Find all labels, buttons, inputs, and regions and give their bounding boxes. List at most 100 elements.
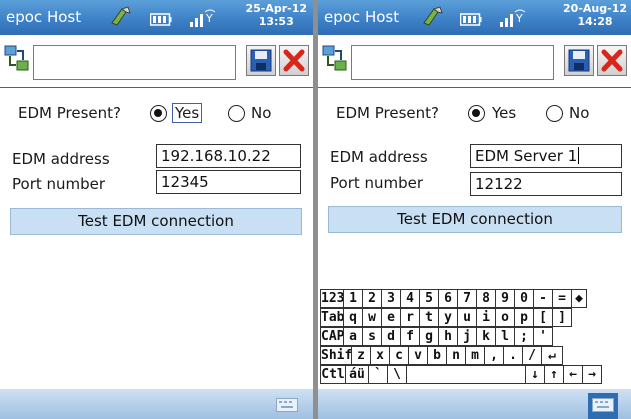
edm-present-no-label[interactable]: No xyxy=(569,104,589,122)
keyboard-key[interactable]: t xyxy=(419,308,439,327)
edm-present-no-radio[interactable] xyxy=(546,105,563,122)
keyboard-key[interactable]: x xyxy=(370,346,390,365)
save-button[interactable] xyxy=(564,45,594,76)
keyboard-key[interactable]: . xyxy=(503,346,523,365)
keyboard-key[interactable]: m xyxy=(465,346,485,365)
test-edm-connection-button[interactable]: Test EDM connection xyxy=(328,206,622,233)
connection-icon[interactable] xyxy=(4,45,30,77)
keyboard-key[interactable]: u xyxy=(457,308,477,327)
keyboard-key[interactable]: CAP xyxy=(320,327,344,346)
sync-icon[interactable] xyxy=(108,5,134,33)
keyboard-key[interactable]: ← xyxy=(563,365,583,384)
keyboard-row: 123 1 2 3 4 5 6 7 8 9 0- = ◆ xyxy=(320,289,629,308)
keyboard-key[interactable]: o xyxy=(495,308,515,327)
keyboard-key[interactable]: 7 xyxy=(457,289,477,308)
signal-icon[interactable]: Y xyxy=(498,6,532,34)
svg-text:Y: Y xyxy=(205,12,213,25)
keyboard-key[interactable]: / xyxy=(522,346,542,365)
toolbar-field xyxy=(33,45,236,80)
close-button[interactable] xyxy=(279,45,309,76)
battery-icon[interactable] xyxy=(459,11,482,26)
keyboard-key[interactable] xyxy=(406,365,526,384)
keyboard-key[interactable]: [ xyxy=(533,308,553,327)
keyboard-row: Ctl áü ` \ ↓ ↑ ← → xyxy=(320,365,629,384)
keyboard-key[interactable]: 9 xyxy=(495,289,515,308)
keyboard-key[interactable]: ◆ xyxy=(571,289,587,308)
keyboard-row: Shiftzxcvbnm,./↵ xyxy=(320,346,629,365)
keyboard-key[interactable]: p xyxy=(514,308,534,327)
keyboard-key[interactable]: 3 xyxy=(381,289,401,308)
keyboard-key[interactable]: 5 xyxy=(419,289,439,308)
edm-present-yes-radio[interactable] xyxy=(150,105,167,122)
keyboard-key[interactable]: g xyxy=(419,327,439,346)
keyboard-key[interactable]: ' xyxy=(533,327,553,346)
keyboard-key[interactable]: l xyxy=(495,327,515,346)
keyboard-key[interactable]: 1 xyxy=(343,289,363,308)
keyboard-key[interactable]: 0 xyxy=(514,289,534,308)
keyboard-key[interactable]: i xyxy=(476,308,496,327)
keyboard-key[interactable]: v xyxy=(408,346,428,365)
keyboard-key[interactable]: j xyxy=(457,327,477,346)
keyboard-key[interactable]: Tab xyxy=(320,308,344,327)
edm-address-input[interactable]: 192.168.10.22 xyxy=(156,144,301,168)
keyboard-key[interactable]: y xyxy=(438,308,458,327)
keyboard-key[interactable]: \ xyxy=(387,365,407,384)
keyboard-key[interactable]: áü xyxy=(345,365,369,384)
port-number-input[interactable]: 12122 xyxy=(470,172,622,196)
keyboard-key[interactable]: a xyxy=(343,327,363,346)
keyboard-key[interactable]: d xyxy=(381,327,401,346)
edm-address-label: EDM address xyxy=(12,150,110,168)
keyboard-key[interactable]: q xyxy=(343,308,363,327)
keyboard-key[interactable]: , xyxy=(484,346,504,365)
keyboard-key[interactable]: ; xyxy=(514,327,534,346)
keyboard-key[interactable]: 8 xyxy=(476,289,496,308)
screen-left: epoc Host Y 25-Apr-12 13:53 EDM Present?… xyxy=(0,0,313,419)
keyboard-key[interactable]: w xyxy=(362,308,382,327)
edm-present-no-label[interactable]: No xyxy=(251,104,271,122)
app-title: epoc Host xyxy=(324,8,400,26)
edm-present-yes-label[interactable]: Yes xyxy=(492,104,516,122)
keyboard-key[interactable]: s xyxy=(362,327,382,346)
keyboard-key[interactable]: ↑ xyxy=(544,365,564,384)
connection-icon[interactable] xyxy=(322,45,348,77)
keyboard-icon[interactable] xyxy=(588,393,618,419)
battery-icon[interactable] xyxy=(149,11,172,26)
keyboard-key[interactable]: z xyxy=(351,346,371,365)
keyboard-key[interactable]: h xyxy=(438,327,458,346)
keyboard-key[interactable]: → xyxy=(582,365,602,384)
keyboard-key[interactable]: f xyxy=(400,327,420,346)
keyboard-key[interactable]: c xyxy=(389,346,409,365)
keyboard-key[interactable]: - xyxy=(533,289,553,308)
edm-present-yes-label[interactable]: Yes xyxy=(172,103,203,123)
edm-present-no-radio[interactable] xyxy=(228,105,245,122)
close-button[interactable] xyxy=(597,45,627,76)
save-button[interactable] xyxy=(246,45,276,76)
close-icon xyxy=(283,49,305,72)
keyboard-key[interactable]: e xyxy=(381,308,401,327)
keyboard-key[interactable]: ` xyxy=(368,365,388,384)
test-edm-connection-button[interactable]: Test EDM connection xyxy=(10,208,302,235)
keyboard-key[interactable]: 4 xyxy=(400,289,420,308)
keyboard-key[interactable]: n xyxy=(446,346,466,365)
keyboard-key[interactable]: b xyxy=(427,346,447,365)
signal-icon[interactable]: Y xyxy=(188,6,222,34)
save-icon xyxy=(250,49,272,72)
edm-address-input[interactable]: EDM Server 1 xyxy=(470,144,622,168)
keyboard-key[interactable]: ↓ xyxy=(525,365,545,384)
keyboard-key[interactable]: 6 xyxy=(438,289,458,308)
keyboard-key[interactable]: Shift xyxy=(320,346,352,365)
port-number-input[interactable]: 12345 xyxy=(156,170,301,194)
edm-present-yes-radio[interactable] xyxy=(468,105,485,122)
keyboard-key[interactable]: = xyxy=(552,289,572,308)
keyboard-key[interactable]: Ctl xyxy=(320,365,346,384)
keyboard-key[interactable]: 123 xyxy=(320,289,344,308)
keyboard-key[interactable]: 2 xyxy=(362,289,382,308)
date-time: 25-Apr-12 13:53 xyxy=(245,2,307,28)
keyboard-icon[interactable] xyxy=(276,397,298,416)
keyboard-key[interactable]: r xyxy=(400,308,420,327)
sync-icon[interactable] xyxy=(420,5,446,33)
keyboard-key[interactable]: ↵ xyxy=(541,346,563,365)
keyboard-key[interactable]: k xyxy=(476,327,496,346)
keyboard-key[interactable]: ] xyxy=(552,308,572,327)
bottom-bar xyxy=(0,389,313,419)
